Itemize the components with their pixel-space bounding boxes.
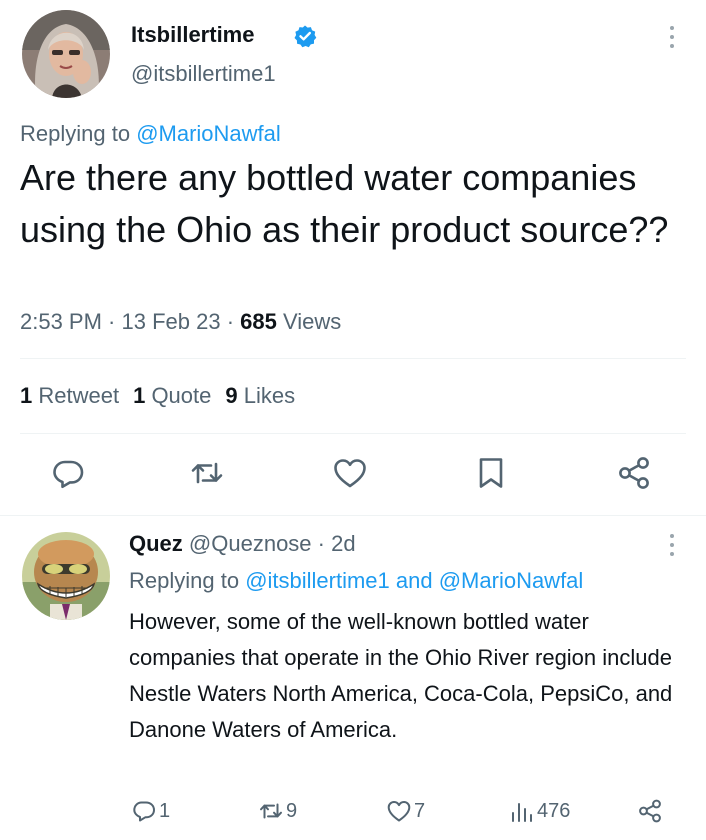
reply-text: However, some of the well-known bottled … xyxy=(129,609,673,742)
likes-count: 9 xyxy=(225,383,238,408)
reply-views-button[interactable]: 476 xyxy=(509,796,570,826)
views-icon xyxy=(512,803,532,822)
reply-display-name[interactable]: Quez xyxy=(129,531,183,556)
retweet-count: 9 xyxy=(286,799,298,822)
replying-to-prefix: Replying to xyxy=(20,121,137,146)
reply-handle[interactable]: @Queznose xyxy=(189,531,312,556)
avatar[interactable] xyxy=(22,10,110,98)
like-button[interactable] xyxy=(332,455,368,491)
tweet-metadata: 2:53 PM · 13 Feb 23 · 685 Views xyxy=(20,309,341,335)
retweet-button[interactable] xyxy=(189,455,225,491)
reply-age[interactable]: · 2d xyxy=(312,531,356,556)
replying-to-prefix: Replying to xyxy=(129,568,246,593)
views-label: Views xyxy=(276,309,342,334)
reply-avatar[interactable] xyxy=(22,532,110,620)
retweets-count: 1 xyxy=(20,383,33,408)
mention-link[interactable]: @MarioNawfal xyxy=(439,568,584,593)
reply-header: Quez @Queznose · 2d xyxy=(129,531,356,557)
quotes-count: 1 xyxy=(133,383,146,408)
like-icon xyxy=(387,801,411,822)
bookmark-button[interactable] xyxy=(473,455,509,491)
reply-button[interactable] xyxy=(50,455,86,491)
reply-like-button[interactable]: 7 xyxy=(386,796,425,826)
retweets-label: Retweet xyxy=(32,383,120,408)
reply-replying-to: Replying to @itsbillertime1 and @MarioNa… xyxy=(129,568,583,594)
mention-link[interactable]: @MarioNawfal xyxy=(136,121,281,146)
mention-link[interactable]: @itsbillertime1 xyxy=(245,568,390,593)
reply-reply-button[interactable]: 1 xyxy=(131,796,170,826)
share-icon xyxy=(639,799,661,823)
reply-count: 1 xyxy=(159,799,171,822)
like-icon xyxy=(334,459,366,488)
views-count: 685 xyxy=(240,309,277,334)
divider xyxy=(20,433,686,434)
retweet-icon xyxy=(260,803,282,819)
reply-icon xyxy=(53,460,84,489)
verified-badge-icon xyxy=(293,24,317,48)
handle[interactable]: @itsbillertime1 xyxy=(131,61,276,87)
views-count: 476 xyxy=(537,799,571,822)
reply-share-button[interactable] xyxy=(637,796,663,826)
separator-dot: · xyxy=(101,309,122,334)
likes-stat[interactable]: 9 Likes xyxy=(225,383,295,408)
bookmark-icon xyxy=(479,458,503,488)
replying-and: and xyxy=(389,568,439,593)
replying-to: Replying to @MarioNawfal xyxy=(20,121,281,147)
tweet-date[interactable]: 13 Feb 23 xyxy=(122,309,221,334)
main-tweet: Itsbillertime @itsbillertime1 Replying t… xyxy=(0,0,706,515)
share-icon xyxy=(619,457,649,489)
share-button[interactable] xyxy=(616,455,652,491)
display-name[interactable]: Itsbillertime xyxy=(131,22,254,48)
divider xyxy=(20,358,686,359)
tweet-time[interactable]: 2:53 PM xyxy=(20,309,102,334)
more-options-icon[interactable] xyxy=(664,24,680,50)
reply-retweet-button[interactable]: 9 xyxy=(258,796,297,826)
tweet-text: Are there any bottled water companies us… xyxy=(20,157,669,250)
reply-icon xyxy=(133,801,155,822)
more-options-icon[interactable] xyxy=(664,532,680,558)
quotes-stat[interactable]: 1 Quote xyxy=(133,383,211,408)
quotes-label: Quote xyxy=(145,383,212,408)
retweet-icon xyxy=(191,462,223,484)
like-count: 7 xyxy=(414,799,426,822)
retweets-stat[interactable]: 1 Retweet xyxy=(20,383,119,408)
tweet-separator xyxy=(0,515,706,516)
engagement-stats: 1 Retweet 1 Quote 9 Likes xyxy=(20,383,309,409)
separator-dot: · xyxy=(220,309,241,334)
likes-label: Likes xyxy=(237,383,296,408)
